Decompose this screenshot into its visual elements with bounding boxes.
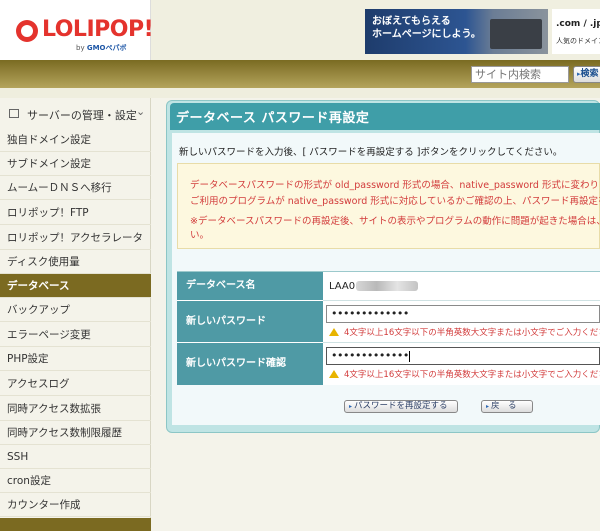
logo-mark-icon	[16, 20, 38, 42]
back-button[interactable]: ▸ 戻 る	[481, 400, 533, 413]
sidebar-item-ssh[interactable]: SSH	[0, 445, 151, 469]
sidebar-item-muumuu-dns[interactable]: ムームーＤＮＳへ移行	[0, 176, 151, 200]
header-divider	[0, 88, 600, 98]
sidebar-section-title: サーバーの管理・設定	[27, 109, 137, 122]
warning-line: い。	[190, 230, 210, 241]
instruction-text: 新しいパスワードを入力後、[ パスワードを再設定する ]ボタンをクリックしてくだ…	[179, 147, 563, 158]
sidebar-item-accelerator[interactable]: ロリポップ！アクセラレータ	[0, 226, 151, 250]
sidebar-item-custom-domain[interactable]: 独自ドメイン設定	[0, 128, 151, 152]
banner-domain-line-2: 人気のドメイン	[556, 37, 600, 45]
text-cursor	[408, 350, 410, 362]
sidebar-section-header[interactable]: サーバーの管理・設定 ⌄	[0, 104, 151, 126]
home-icon	[9, 109, 19, 118]
confirm-password-hint: 4文字以上16文字以下の半角英数大文字または小文字でご入力くださ	[329, 368, 600, 380]
sidebar-item-cron[interactable]: cron設定	[0, 469, 151, 493]
banner-domain-line-1: .com / .jp / .	[556, 19, 600, 29]
logo-subtext: by GMOペパボ	[76, 44, 127, 52]
banner-line-2: ホームページにしよう。	[372, 29, 481, 40]
sidebar-item-backup[interactable]: バックアップ	[0, 298, 151, 322]
laptop-image	[490, 19, 542, 49]
arrow-right-icon: ▸	[349, 403, 353, 410]
redacted-text	[356, 281, 419, 291]
sidebar-item-concurrent-history[interactable]: 同時アクセス数制限履歴	[0, 421, 151, 445]
sidebar-item-database[interactable]: データベース	[0, 274, 151, 298]
sidebar-item-concurrent-extend[interactable]: 同時アクセス数拡張	[0, 397, 151, 421]
sidebar-item-subdomain[interactable]: サブドメイン設定	[0, 152, 151, 176]
sidebar-item-error-page[interactable]: エラーページ変更	[0, 323, 151, 347]
warning-icon	[329, 370, 339, 378]
ad-banner-homepage[interactable]: おぼえてもらえるホームページにしよう。	[365, 9, 548, 54]
warning-line: ご利用のプログラムが native_password 形式に対応しているかご確認…	[190, 196, 600, 207]
sidebar-item-disk-usage[interactable]: ディスク使用量	[0, 250, 151, 274]
warning-line: ※データベースパスワードの再設定後、サイトの表示やプログラムの動作に問題が起きた…	[190, 216, 600, 227]
arrow-right-icon: ▸	[486, 403, 490, 410]
db-name-label: データベース名	[177, 272, 323, 301]
sidebar-item-access-log[interactable]: アクセスログ	[0, 372, 151, 396]
search-input[interactable]	[471, 66, 569, 83]
db-name-value: LAA0	[329, 281, 419, 292]
sidebar-item-ftp[interactable]: ロリポップ！FTP	[0, 201, 151, 225]
sidebar-item-counter[interactable]: カウンター作成	[0, 493, 151, 517]
ad-banner-domain[interactable]: .com / .jp / . 人気のドメイン	[552, 9, 600, 54]
logo-text: LOLIPOP!	[42, 17, 154, 42]
logo[interactable]: LOLIPOP! by GMOペパボ	[0, 0, 154, 60]
banner-line-1: おぼえてもらえる	[372, 16, 451, 27]
search-button[interactable]: ▸検索	[573, 66, 600, 83]
sidebar-next-section[interactable]	[0, 518, 151, 531]
confirm-password-label: 新しいパスワード確認	[177, 343, 323, 385]
confirm-password-input[interactable]: •••••••••••••	[326, 347, 600, 365]
warning-icon	[329, 328, 339, 336]
new-password-hint: 4文字以上16文字以下の半角英数大文字または小文字でご入力くださ	[329, 326, 600, 338]
reset-password-button[interactable]: ▸ パスワードを再設定する	[344, 400, 458, 413]
sidebar-item-php[interactable]: PHP設定	[0, 347, 151, 371]
new-password-label: 新しいパスワード	[177, 301, 323, 343]
new-password-input[interactable]: •••••••••••••	[326, 305, 600, 323]
warning-line: データベースパスワードの形式が old_password 形式の場合、nativ…	[190, 180, 600, 191]
page-title: データベース パスワード再設定	[176, 111, 370, 126]
chevron-down-icon: ⌄	[136, 105, 146, 118]
